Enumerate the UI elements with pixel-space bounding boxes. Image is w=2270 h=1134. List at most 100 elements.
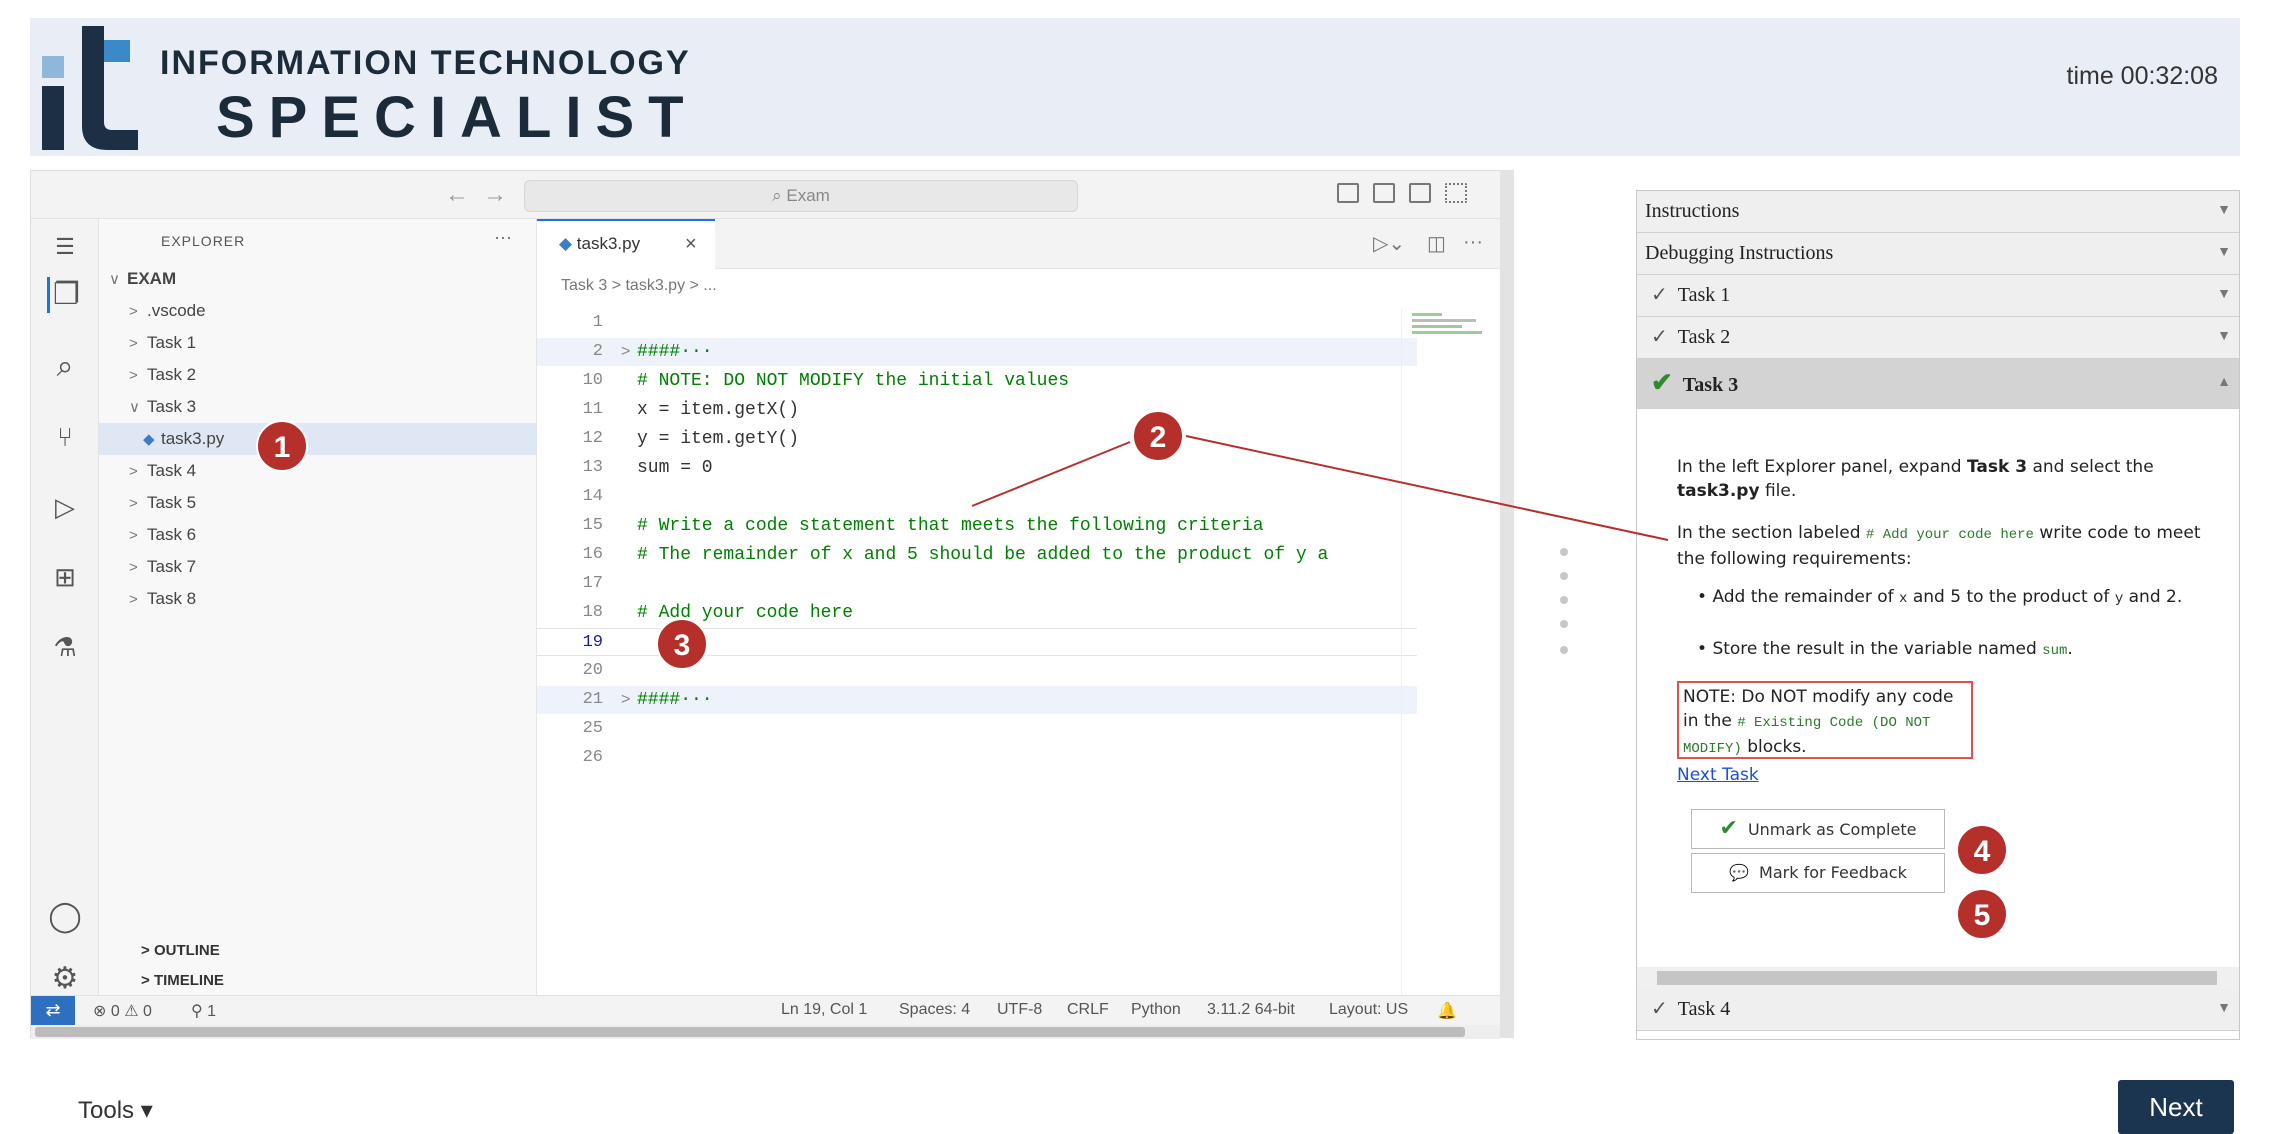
extensions-icon[interactable]: ⊞ bbox=[47, 559, 83, 595]
scrollbar-thumb[interactable] bbox=[35, 1027, 1465, 1037]
remote-icon[interactable]: ⇄ bbox=[31, 996, 75, 1026]
ports-status[interactable]: ⚲ 1 bbox=[191, 1001, 216, 1021]
next-task-link[interactable]: Next Task bbox=[1677, 765, 1759, 785]
cursor-position[interactable]: Ln 19, Col 1 bbox=[781, 1001, 867, 1019]
horizontal-scrollbar[interactable] bbox=[31, 1025, 1501, 1039]
code-text: # The remainder of x and 5 should be add… bbox=[637, 545, 1329, 565]
code-line[interactable]: 15 # Write a code statement that meets th… bbox=[537, 512, 1417, 540]
accordion-task-3[interactable]: ✔ Task 3 ▲ bbox=[1637, 359, 2239, 409]
notifications-bell-icon[interactable]: 🔔 bbox=[1437, 1001, 1457, 1021]
drag-handle-dot[interactable] bbox=[1560, 596, 1568, 604]
account-icon[interactable]: ◯ bbox=[47, 899, 83, 935]
source-control-icon[interactable]: ⑂ bbox=[47, 419, 83, 455]
drag-handle-dot[interactable] bbox=[1560, 548, 1568, 556]
accordion-task-4[interactable]: ✓ Task 4 ▼ bbox=[1637, 989, 2239, 1031]
activity-bar: ☰ ❐ ⌕ ⑂ ▷ ⊞ ⚗ ◯ ⚙ bbox=[31, 219, 99, 995]
code-line[interactable]: 10 # NOTE: DO NOT MODIFY the initial valu… bbox=[537, 367, 1417, 395]
chevron-right-icon: > bbox=[129, 335, 138, 352]
keyboard-layout-status[interactable]: Layout: US bbox=[1329, 1001, 1408, 1019]
next-button[interactable]: Next bbox=[2118, 1080, 2234, 1134]
toggle-sidebar-icon[interactable] bbox=[1337, 183, 1359, 203]
language-status[interactable]: Python bbox=[1131, 1001, 1181, 1019]
tab-label: task3.py bbox=[576, 234, 641, 253]
tree-item[interactable]: > Task 4 bbox=[99, 455, 537, 487]
tree-item[interactable]: > Task 1 bbox=[99, 327, 537, 359]
toggle-secondary-sidebar-icon[interactable] bbox=[1409, 183, 1431, 203]
fold-chevron-icon[interactable]: > bbox=[621, 338, 630, 366]
annotation-badge-5: 5 bbox=[1956, 888, 2008, 940]
drag-handle-dot[interactable] bbox=[1560, 620, 1568, 628]
fold-chevron-icon[interactable]: > bbox=[621, 686, 630, 714]
accordion-task-2[interactable]: ✓ Task 2 ▼ bbox=[1637, 317, 2239, 359]
tree-item-label: .vscode bbox=[147, 301, 206, 320]
note-box: NOTE: Do NOT modify any code in the # Ex… bbox=[1677, 681, 1973, 759]
tools-menu-button[interactable]: Tools ▾ bbox=[78, 1096, 153, 1125]
task-horizontal-scrollbar[interactable] bbox=[1637, 967, 2239, 989]
code-line[interactable]: 26 bbox=[537, 744, 1417, 772]
file-task3-py[interactable]: ◆ task3.py bbox=[99, 423, 537, 455]
unmark-complete-button[interactable]: ✔ Unmark as Complete bbox=[1691, 809, 1945, 849]
accordion-task-1[interactable]: ✓ Task 1 ▼ bbox=[1637, 275, 2239, 317]
code-line[interactable]: 21 > ####··· bbox=[537, 686, 1417, 714]
code-line[interactable]: 13 sum = 0 bbox=[537, 454, 1417, 482]
code-line[interactable]: 16 # The remainder of x and 5 should be a… bbox=[537, 541, 1417, 569]
interpreter-status[interactable]: 3.11.2 64-bit bbox=[1207, 1001, 1295, 1019]
more-actions-icon[interactable]: ··· bbox=[1463, 231, 1483, 254]
accordion-instructions[interactable]: Instructions ▼ bbox=[1637, 191, 2239, 233]
minimap[interactable] bbox=[1401, 309, 1493, 999]
eol-status[interactable]: CRLF bbox=[1067, 1001, 1109, 1019]
tree-item-label: task3.py bbox=[161, 429, 225, 448]
settings-gear-icon[interactable]: ⚙ bbox=[47, 961, 83, 997]
split-editor-icon[interactable]: ◫ bbox=[1427, 231, 1446, 256]
tree-item[interactable]: > Task 8 bbox=[99, 583, 537, 615]
tab-task3-py[interactable]: ◆ task3.py × bbox=[537, 219, 715, 270]
problems-status[interactable]: ⊗ 0 ⚠ 0 bbox=[93, 1001, 152, 1021]
code-line[interactable]: 17 bbox=[537, 570, 1417, 598]
code-line[interactable]: 25 bbox=[537, 715, 1417, 743]
code-line[interactable]: 1 bbox=[537, 309, 1417, 337]
code-text: # NOTE: DO NOT MODIFY the initial values bbox=[637, 371, 1070, 391]
indentation-status[interactable]: Spaces: 4 bbox=[899, 1001, 970, 1019]
tree-item[interactable]: > Task 6 bbox=[99, 519, 537, 551]
toggle-panel-icon[interactable] bbox=[1373, 183, 1395, 203]
tree-item[interactable]: > Task 2 bbox=[99, 359, 537, 391]
vscode-window: ← → ⌕ Exam ☰ ❐ ⌕ ⑂ ▷ ⊞ ⚗ ◯ ⚙ EXPLORER ··… bbox=[30, 170, 1501, 1039]
back-arrow-icon[interactable]: ← bbox=[445, 181, 469, 209]
command-search-box[interactable]: ⌕ Exam bbox=[524, 180, 1078, 212]
drag-handle-dot[interactable] bbox=[1560, 646, 1568, 654]
encoding-status[interactable]: UTF-8 bbox=[997, 1001, 1042, 1019]
pane-splitter[interactable] bbox=[1500, 170, 1514, 1038]
code-editor: ◆ task3.py × ▷⌄ ◫ ··· Task 3 > task3.py … bbox=[537, 219, 1501, 999]
run-debug-icon[interactable]: ▷ bbox=[47, 489, 83, 525]
accordion-debugging-instructions[interactable]: Debugging Instructions ▼ bbox=[1637, 233, 2239, 275]
close-icon[interactable]: × bbox=[685, 221, 697, 267]
customize-layout-icon[interactable] bbox=[1445, 183, 1467, 203]
line-number: 20 bbox=[582, 661, 603, 680]
code-line[interactable]: 14 bbox=[537, 483, 1417, 511]
tree-item[interactable]: > Task 7 bbox=[99, 551, 537, 583]
explorer-more-icon[interactable]: ··· bbox=[494, 227, 512, 248]
scrollbar-thumb[interactable] bbox=[1657, 971, 2217, 985]
run-icon[interactable]: ▷⌄ bbox=[1373, 231, 1405, 256]
code-line[interactable]: 11 x = item.getX() bbox=[537, 396, 1417, 424]
tree-item-label: Task 6 bbox=[147, 525, 197, 544]
timeline-section[interactable]: > TIMELINE bbox=[99, 965, 537, 997]
code-line[interactable]: 12 y = item.getY() bbox=[537, 425, 1417, 453]
code-line[interactable]: 2 > ####··· bbox=[537, 338, 1417, 366]
mark-for-feedback-button[interactable]: 💬 Mark for Feedback bbox=[1691, 853, 1945, 893]
search-icon[interactable]: ⌕ bbox=[47, 349, 83, 385]
task-panel: Instructions ▼ Debugging Instructions ▼ ✓ T… bbox=[1636, 190, 2240, 1040]
breadcrumb[interactable]: Task 3 > task3.py > ... bbox=[561, 277, 717, 295]
python-file-icon: ◆ bbox=[143, 431, 155, 448]
tree-item[interactable]: > .vscode bbox=[99, 295, 537, 327]
task3-content: In the left Explorer panel, expand Task … bbox=[1637, 409, 2239, 969]
tree-item[interactable]: > Task 5 bbox=[99, 487, 537, 519]
drag-handle-dot[interactable] bbox=[1560, 572, 1568, 580]
tree-root-exam[interactable]: ∨ EXAM bbox=[99, 263, 537, 295]
testing-icon[interactable]: ⚗ bbox=[47, 629, 83, 665]
explorer-icon[interactable]: ❐ bbox=[47, 277, 83, 313]
outline-section[interactable]: > OUTLINE bbox=[99, 935, 537, 967]
tree-item[interactable]: ∨ Task 3 bbox=[99, 391, 537, 423]
menu-icon[interactable]: ☰ bbox=[47, 229, 83, 265]
forward-arrow-icon[interactable]: → bbox=[483, 181, 507, 209]
